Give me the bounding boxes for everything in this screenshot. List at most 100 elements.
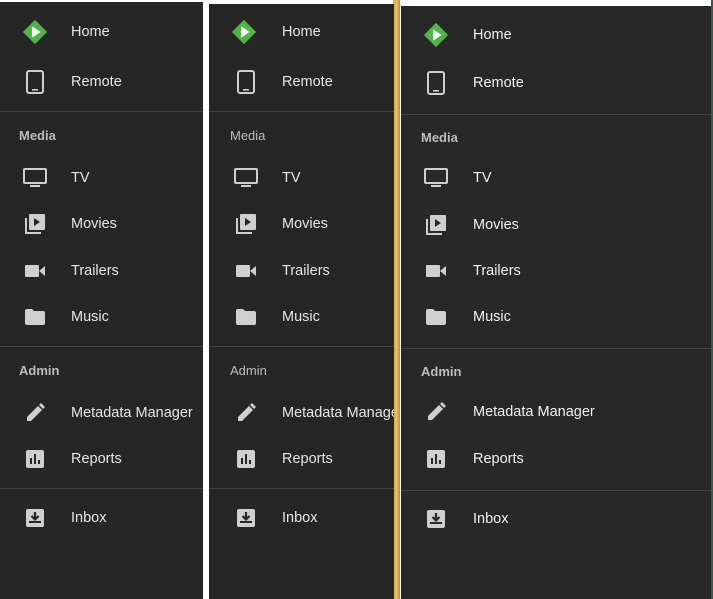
- videocam-icon: [22, 259, 48, 283]
- nav-item-inbox[interactable]: Inbox: [209, 498, 394, 538]
- section-title-admin: Admin: [19, 363, 60, 378]
- nav-label: Movies: [71, 216, 117, 232]
- nav-drawer-3: Home Remote Media TV Movies Trailers Mus…: [401, 6, 711, 599]
- movies-icon: [423, 213, 449, 237]
- nav-label: Inbox: [473, 511, 509, 527]
- divider: [401, 490, 711, 491]
- nav-label: Remote: [71, 74, 122, 90]
- nav-label: Music: [473, 309, 511, 325]
- nav-item-inbox[interactable]: Inbox: [0, 498, 203, 538]
- pencil-icon: [233, 401, 259, 425]
- nav-item-music[interactable]: Music: [0, 297, 203, 337]
- nav-item-home[interactable]: Home: [209, 12, 394, 52]
- nav-label: Home: [473, 27, 512, 43]
- nav-label: Metadata Manager: [473, 404, 595, 420]
- nav-item-home[interactable]: Home: [401, 15, 711, 55]
- nav-label: Reports: [71, 451, 122, 467]
- nav-label: Trailers: [282, 263, 330, 279]
- divider: [209, 488, 394, 489]
- videocam-icon: [233, 259, 259, 283]
- inbox-icon: [423, 507, 449, 531]
- nav-item-tv[interactable]: TV: [401, 158, 711, 198]
- emby-logo-icon: [22, 19, 48, 45]
- nav-label: Movies: [282, 216, 328, 232]
- nav-item-trailers[interactable]: Trailers: [209, 251, 394, 291]
- emby-logo-icon: [423, 22, 449, 48]
- tablet-icon: [22, 70, 48, 94]
- nav-label: Home: [71, 24, 110, 40]
- nav-item-metadata-manager[interactable]: Metadata Manager: [401, 392, 711, 432]
- divider: [209, 111, 394, 112]
- nav-label: Remote: [473, 75, 524, 91]
- tv-icon: [423, 166, 449, 190]
- movies-icon: [233, 212, 259, 236]
- nav-item-inbox[interactable]: Inbox: [401, 499, 711, 539]
- divider: [0, 346, 203, 347]
- nav-item-reports[interactable]: Reports: [401, 439, 711, 479]
- nav-item-metadata-manager[interactable]: Metadata Manager: [209, 393, 394, 433]
- nav-label: Metadata Manager: [282, 405, 394, 421]
- nav-item-movies[interactable]: Movies: [401, 205, 711, 245]
- nav-item-music[interactable]: Music: [401, 297, 711, 337]
- nav-label: Reports: [473, 451, 524, 467]
- nav-item-trailers[interactable]: Trailers: [401, 251, 711, 291]
- nav-label: Inbox: [71, 510, 107, 526]
- nav-label: Trailers: [473, 263, 521, 279]
- movies-icon: [22, 212, 48, 236]
- nav-label: TV: [71, 170, 90, 186]
- inbox-icon: [233, 506, 259, 530]
- nav-label: Reports: [282, 451, 333, 467]
- gold-separator: [393, 0, 400, 599]
- nav-item-movies[interactable]: Movies: [209, 204, 394, 244]
- nav-drawer-1: Home Remote Media TV Movies Trailers Mus…: [0, 2, 203, 599]
- folder-icon: [22, 305, 48, 329]
- section-title-admin: Admin: [421, 364, 462, 379]
- nav-item-remote[interactable]: Remote: [209, 62, 394, 102]
- nav-label: Music: [282, 309, 320, 325]
- divider: [0, 111, 203, 112]
- nav-item-tv[interactable]: TV: [209, 158, 394, 198]
- divider: [0, 488, 203, 489]
- nav-label: Remote: [282, 74, 333, 90]
- tablet-icon: [233, 70, 259, 94]
- nav-label: TV: [473, 170, 492, 186]
- folder-icon: [423, 305, 449, 329]
- emby-logo-icon: [231, 19, 257, 45]
- divider: [401, 348, 711, 349]
- section-title-media: Media: [421, 130, 458, 145]
- videocam-icon: [423, 259, 449, 283]
- folder-icon: [233, 305, 259, 329]
- inbox-icon: [22, 506, 48, 530]
- nav-item-tv[interactable]: TV: [0, 158, 203, 198]
- section-title-media: Media: [19, 128, 56, 143]
- section-title-admin: Admin: [230, 363, 267, 378]
- nav-item-remote[interactable]: Remote: [0, 62, 203, 102]
- nav-label: Home: [282, 24, 321, 40]
- nav-label: TV: [282, 170, 301, 186]
- nav-item-movies[interactable]: Movies: [0, 204, 203, 244]
- nav-item-reports[interactable]: Reports: [209, 439, 394, 479]
- nav-label: Trailers: [71, 263, 119, 279]
- nav-label: Movies: [473, 217, 519, 233]
- nav-item-trailers[interactable]: Trailers: [0, 251, 203, 291]
- chart-icon: [233, 447, 259, 471]
- nav-label: Metadata Manager: [71, 405, 193, 421]
- nav-item-music[interactable]: Music: [209, 297, 394, 337]
- tv-icon: [22, 166, 48, 190]
- pencil-icon: [22, 401, 48, 425]
- nav-label: Inbox: [282, 510, 318, 526]
- nav-label: Music: [71, 309, 109, 325]
- nav-item-home[interactable]: Home: [0, 12, 203, 52]
- divider: [209, 346, 394, 347]
- divider: [401, 114, 711, 115]
- tablet-icon: [423, 71, 449, 95]
- nav-item-remote[interactable]: Remote: [401, 63, 711, 103]
- pencil-icon: [423, 400, 449, 424]
- section-title-media: Media: [230, 128, 266, 143]
- chart-icon: [22, 447, 48, 471]
- nav-item-metadata-manager[interactable]: Metadata Manager: [0, 393, 203, 433]
- nav-drawer-2: Home Remote Media TV Movies Trailers Mus…: [209, 4, 394, 599]
- nav-item-reports[interactable]: Reports: [0, 439, 203, 479]
- chart-icon: [423, 447, 449, 471]
- tv-icon: [233, 166, 259, 190]
